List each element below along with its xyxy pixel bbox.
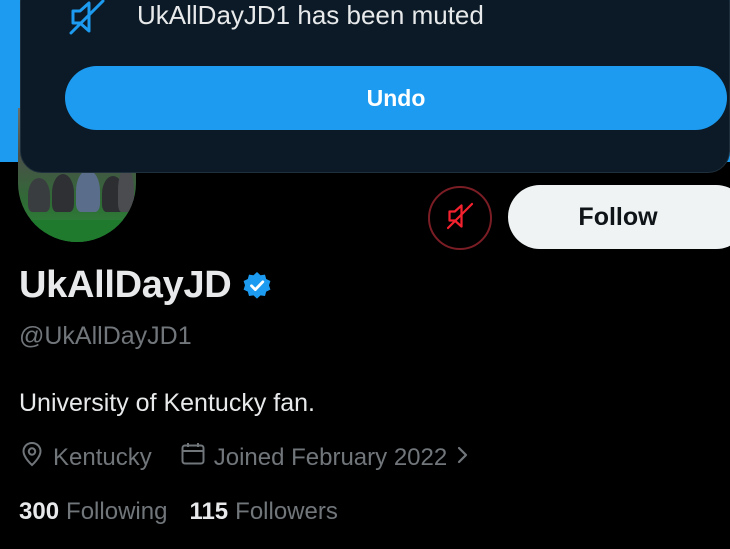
- followers-label: Followers: [235, 498, 338, 525]
- muted-speaker-icon: [445, 201, 475, 236]
- profile-meta: Kentucky Joined February 2022: [19, 441, 479, 474]
- avatar-figure: [76, 170, 100, 212]
- bio: University of Kentucky fan.: [19, 389, 315, 417]
- follow-button[interactable]: Follow: [508, 185, 730, 249]
- toast-message: UkAllDayJD1 has been muted: [137, 0, 484, 30]
- joined-label: Joined February 2022: [213, 443, 448, 471]
- following-label: Following: [66, 498, 168, 525]
- avatar-figure: [118, 168, 134, 212]
- undo-button[interactable]: Undo: [65, 66, 727, 130]
- calendar-icon: [180, 441, 214, 474]
- joined-date[interactable]: Joined February 2022: [180, 441, 479, 474]
- chevron-right-icon: [455, 444, 479, 472]
- avatar-figure: [52, 174, 74, 212]
- name-row: UkAllDayJD: [19, 264, 273, 307]
- display-name: UkAllDayJD: [19, 264, 232, 306]
- followers-stat[interactable]: 115 Followers: [189, 498, 337, 526]
- following-stat[interactable]: 300 Following: [19, 498, 167, 526]
- verified-badge-icon[interactable]: [241, 270, 273, 302]
- muted-speaker-icon: [67, 0, 107, 37]
- followers-count: 115: [189, 498, 229, 525]
- unmute-button[interactable]: [428, 186, 492, 250]
- muted-toast: UkAllDayJD1 has been muted Undo: [20, 0, 730, 173]
- location-pin-icon: [19, 441, 53, 474]
- location: Kentucky: [19, 441, 152, 474]
- handle: @UkAllDayJD1: [19, 322, 192, 350]
- avatar-figure: [28, 178, 50, 212]
- following-count: 300: [19, 498, 60, 525]
- follow-stats: 300 Following 115 Followers: [19, 498, 360, 526]
- location-label: Kentucky: [53, 443, 152, 471]
- avatar-field: [18, 220, 136, 242]
